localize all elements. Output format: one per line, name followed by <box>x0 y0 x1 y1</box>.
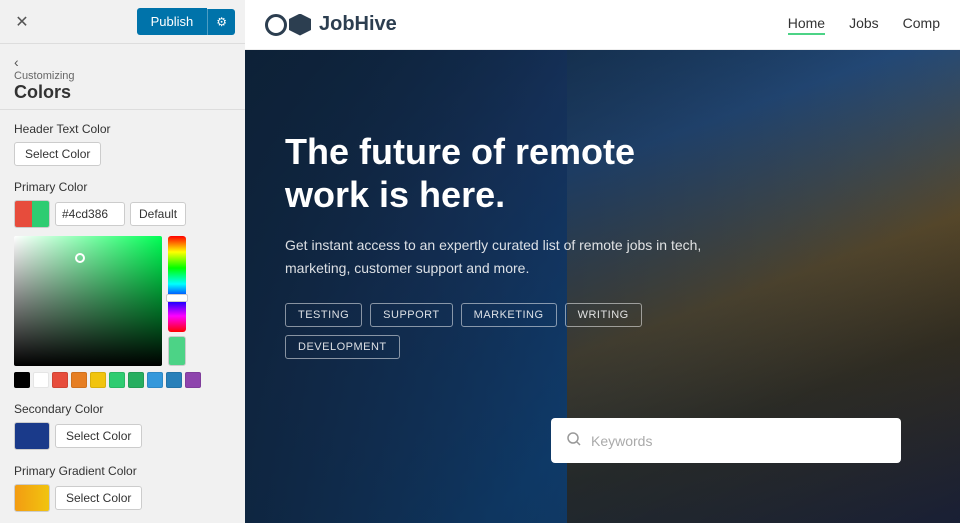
top-bar: ✕ Publish ⚙ <box>0 0 245 44</box>
site-preview: JobHive Home Jobs Comp The future of rem… <box>245 0 960 523</box>
hero-content: The future of remote work is here. Get i… <box>285 130 705 359</box>
publish-button[interactable]: Publish <box>137 8 208 35</box>
nav-link-jobs[interactable]: Jobs <box>849 15 879 35</box>
header-text-color-section: Header Text Color Select Color <box>14 122 231 166</box>
header-text-color-button[interactable]: Select Color <box>14 142 101 166</box>
primary-gradient-label: Primary Gradient Color <box>14 464 231 478</box>
hue-slider[interactable] <box>168 236 186 332</box>
gradient-color-button[interactable]: Select Color <box>55 486 142 510</box>
primary-color-row: Default <box>14 200 231 228</box>
tag-support[interactable]: SUPPORT <box>370 303 452 327</box>
hero-title: The future of remote work is here. <box>285 130 705 216</box>
nav-link-comp[interactable]: Comp <box>903 15 940 35</box>
logo-icons <box>265 14 311 36</box>
primary-color-label: Primary Color <box>14 180 231 194</box>
primary-color-default-button[interactable]: Default <box>130 202 186 226</box>
site-logo-text: JobHive <box>319 13 397 36</box>
secondary-color-row: Select Color <box>14 422 231 450</box>
swatch-blue-dark[interactable] <box>166 372 182 388</box>
search-bar[interactable]: Keywords <box>551 418 901 463</box>
logo-hex-icon <box>289 14 311 36</box>
swatch-green-dark[interactable] <box>128 372 144 388</box>
primary-color-value-input[interactable] <box>55 202 125 226</box>
tag-testing[interactable]: TESTING <box>285 303 362 327</box>
close-button[interactable]: ✕ <box>10 10 34 34</box>
hero-section: The future of remote work is here. Get i… <box>245 50 960 523</box>
breadcrumb-title: Colors <box>14 82 231 103</box>
swatch-green-light[interactable] <box>109 372 125 388</box>
back-button[interactable]: ‹ <box>14 54 19 70</box>
primary-color-section: Primary Color Default <box>14 180 231 388</box>
color-picker <box>14 236 231 366</box>
color-gradient-box[interactable] <box>14 236 162 366</box>
hue-slider-container <box>168 236 186 366</box>
primary-color-swatch-button[interactable] <box>14 200 50 228</box>
search-placeholder: Keywords <box>591 433 652 449</box>
swatch-yellow[interactable] <box>90 372 106 388</box>
tag-development[interactable]: DEVELOPMENT <box>285 335 400 359</box>
secondary-color-section: Secondary Color Select Color <box>14 402 231 450</box>
publish-group: Publish ⚙ <box>137 8 235 35</box>
site-nav-links: Home Jobs Comp <box>788 15 940 35</box>
gradient-color-swatch-button[interactable] <box>14 484 50 512</box>
secondary-color-label: Secondary Color <box>14 402 231 416</box>
site-preview-panel: JobHive Home Jobs Comp The future of rem… <box>245 0 960 523</box>
secondary-color-button[interactable]: Select Color <box>55 424 142 448</box>
swatch-purple[interactable] <box>185 372 201 388</box>
swatch-orange[interactable] <box>71 372 87 388</box>
search-icon <box>567 432 581 449</box>
search-bar-container: Keywords <box>531 418 960 463</box>
logo-circle-icon <box>265 14 287 36</box>
back-arrow-icon: ‹ <box>14 54 19 70</box>
swatches-row <box>14 372 231 388</box>
site-nav: JobHive Home Jobs Comp <box>245 0 960 50</box>
swatch-red[interactable] <box>52 372 68 388</box>
color-result-box <box>168 336 186 366</box>
nav-link-home[interactable]: Home <box>788 15 825 35</box>
tag-marketing[interactable]: MARKETING <box>461 303 557 327</box>
primary-gradient-color-section: Primary Gradient Color Select Color <box>14 464 231 512</box>
panel-content: Header Text Color Select Color Primary C… <box>0 110 245 523</box>
breadcrumb: ‹ Customizing Colors <box>0 44 245 110</box>
site-logo: JobHive <box>265 13 397 36</box>
hero-subtitle: Get instant access to an expertly curate… <box>285 234 705 279</box>
secondary-color-swatch-button[interactable] <box>14 422 50 450</box>
swatch-white[interactable] <box>33 372 49 388</box>
gradient-color-row: Select Color <box>14 484 231 512</box>
swatch-black[interactable] <box>14 372 30 388</box>
header-text-color-label: Header Text Color <box>14 122 231 136</box>
customizer-panel: ✕ Publish ⚙ ‹ Customizing Colors Header … <box>0 0 245 523</box>
hue-handle <box>166 294 188 302</box>
swatch-blue-light[interactable] <box>147 372 163 388</box>
tag-writing[interactable]: WRITING <box>565 303 642 327</box>
tag-row: TESTING SUPPORT MARKETING WRITING DEVELO… <box>285 303 705 359</box>
publish-settings-button[interactable]: ⚙ <box>207 9 235 35</box>
breadcrumb-sub: Customizing <box>14 70 231 82</box>
